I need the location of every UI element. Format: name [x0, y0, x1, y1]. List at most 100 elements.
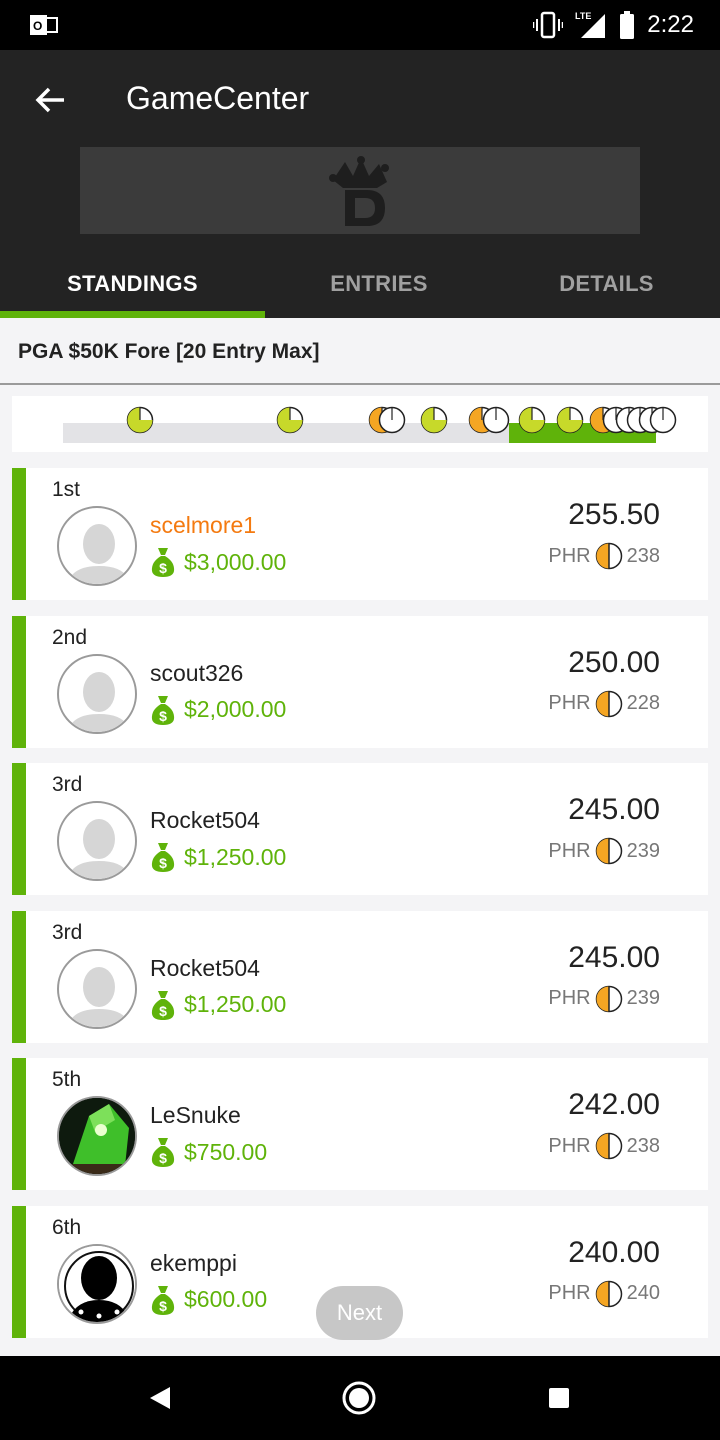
svg-text:$: $	[159, 1003, 167, 1019]
fantasy-points: 255.50	[568, 498, 660, 531]
username: scelmore1	[150, 512, 257, 538]
green-photo-avatar-icon	[59, 1098, 135, 1174]
player-hours-remaining-icon	[595, 1280, 622, 1307]
fantasy-points: 240.00	[568, 1235, 660, 1269]
back-button[interactable]	[30, 80, 70, 120]
standings-distribution	[12, 396, 708, 452]
username: Rocket504	[150, 954, 260, 981]
distribution-marker-icon	[420, 406, 448, 434]
fantasy-points: 242.00	[568, 1088, 660, 1121]
svg-text:$: $	[159, 1150, 167, 1166]
distribution-marker-icon	[518, 406, 546, 434]
default-avatar-icon	[67, 819, 131, 879]
avatar	[57, 801, 137, 881]
rank-label: 2nd	[52, 625, 88, 649]
distribution-marker-icon	[649, 406, 677, 434]
svg-text:$: $	[159, 1298, 167, 1314]
phr-label: PHR	[548, 544, 591, 567]
circle-home-icon	[342, 1381, 376, 1415]
phr-value: 239	[626, 839, 660, 862]
player-hours-remaining-icon	[595, 1132, 622, 1160]
phr-label: PHR	[548, 839, 591, 862]
clock: 2:22	[647, 11, 694, 38]
tab-details[interactable]: DETAILS	[493, 250, 720, 318]
outlook-notification-icon: O	[30, 15, 58, 35]
phr-info: PHR 239	[548, 985, 660, 1013]
default-avatar-icon	[67, 671, 131, 732]
rank-label: 1st	[52, 478, 81, 501]
vibrate-icon	[533, 11, 564, 39]
phr-value: 238	[626, 1134, 660, 1157]
lte-signal-icon: LTE	[575, 11, 606, 38]
phr-info: PHR 228	[548, 690, 660, 718]
phr-label: PHR	[548, 1134, 591, 1157]
battery-icon	[620, 11, 635, 39]
winnings: $ $2,000.00	[150, 694, 286, 726]
money-bag-icon: $	[151, 548, 175, 577]
svg-text:LTE: LTE	[575, 11, 591, 21]
standing-row[interactable]: 3rd Rocket504 $ $1,250.00 245.00 PHR 239	[12, 763, 708, 895]
distribution-marker-icon	[482, 406, 510, 434]
fantasy-points: 245.00	[568, 940, 660, 974]
standing-row[interactable]: 3rd Rocket504 $ $1,250.00 245.00 PHR 239	[12, 910, 708, 1043]
nav-recents-button[interactable]	[539, 1378, 579, 1418]
money-bag-icon: $	[151, 990, 175, 1020]
prize-amount: $750.00	[184, 1138, 268, 1165]
username: ekemppi	[150, 1249, 237, 1276]
triangle-back-icon	[150, 1387, 170, 1409]
tab-entries[interactable]: ENTRIES	[265, 250, 493, 318]
username: LeSnuke	[150, 1102, 241, 1128]
rank-label: 3rd	[52, 920, 83, 944]
page-title: GameCenter	[126, 80, 310, 116]
fantasy-points: 245.00	[568, 793, 660, 826]
tab-standings[interactable]: STANDINGS	[0, 250, 265, 318]
avatar	[57, 506, 137, 586]
svg-text:$: $	[159, 855, 167, 871]
default-avatar-icon	[67, 524, 131, 584]
rank-label: 6th	[52, 1215, 82, 1239]
distribution-marker-icon	[378, 406, 406, 434]
winnings: $ $600.00	[150, 1284, 267, 1316]
phr-label: PHR	[548, 692, 591, 714]
draftkings-crown-logo-icon	[329, 155, 389, 226]
standing-row[interactable]: 1st scelmore1 $ $3,000.00 255.50 PHR 238	[12, 468, 708, 600]
money-bag-icon: $	[151, 695, 175, 725]
avatar	[57, 948, 137, 1029]
contest-banner	[80, 147, 640, 234]
standings-list: 1st scelmore1 $ $3,000.00 255.50 PHR 238…	[12, 468, 708, 1353]
avatar	[57, 1243, 137, 1324]
next-button[interactable]: Next	[316, 1286, 403, 1340]
square-recents-icon	[549, 1388, 569, 1408]
distribution-marker-icon	[126, 406, 154, 434]
player-hours-remaining-icon	[595, 690, 622, 717]
nav-back-button[interactable]	[140, 1378, 180, 1418]
phr-info: PHR 239	[548, 837, 660, 865]
fantasy-points: 250.00	[568, 645, 660, 679]
contest-title: PGA $50K Fore [20 Entry Max]	[18, 340, 320, 363]
standing-row[interactable]: 2nd scout326 $ $2,000.00 250.00 PHR 228	[12, 615, 708, 748]
nav-home-button[interactable]	[339, 1378, 379, 1418]
silhouette-avatar-icon	[59, 1245, 135, 1322]
phr-value: 240	[626, 1282, 660, 1304]
svg-text:$: $	[159, 560, 167, 576]
winnings: $ $750.00	[150, 1136, 267, 1168]
winnings: $ $3,000.00	[150, 546, 286, 578]
contest-title-bar: PGA $50K Fore [20 Entry Max]	[0, 318, 720, 385]
distribution-marker-icon	[556, 406, 584, 434]
avatar	[57, 1096, 137, 1176]
username: Rocket504	[150, 807, 260, 833]
prize-amount: $600.00	[184, 1286, 268, 1312]
phr-value: 238	[626, 544, 660, 567]
system-nav-bar	[0, 1356, 720, 1440]
app-header: GameCenter STANDINGS ENTRIES DETAILS	[0, 50, 720, 318]
back-arrow-icon	[35, 87, 64, 113]
phr-value: 239	[626, 987, 660, 1009]
svg-text:$: $	[159, 708, 167, 724]
rank-label: 3rd	[52, 773, 83, 796]
distribution-marker-icon	[276, 406, 304, 434]
winnings: $ $1,250.00	[150, 989, 286, 1021]
phr-info: PHR 240	[548, 1280, 660, 1308]
player-hours-remaining-icon	[595, 837, 622, 865]
phr-label: PHR	[548, 1282, 591, 1304]
standing-row[interactable]: 5th LeSnuke $ $750.00 242.00 PHR 238	[12, 1058, 708, 1190]
